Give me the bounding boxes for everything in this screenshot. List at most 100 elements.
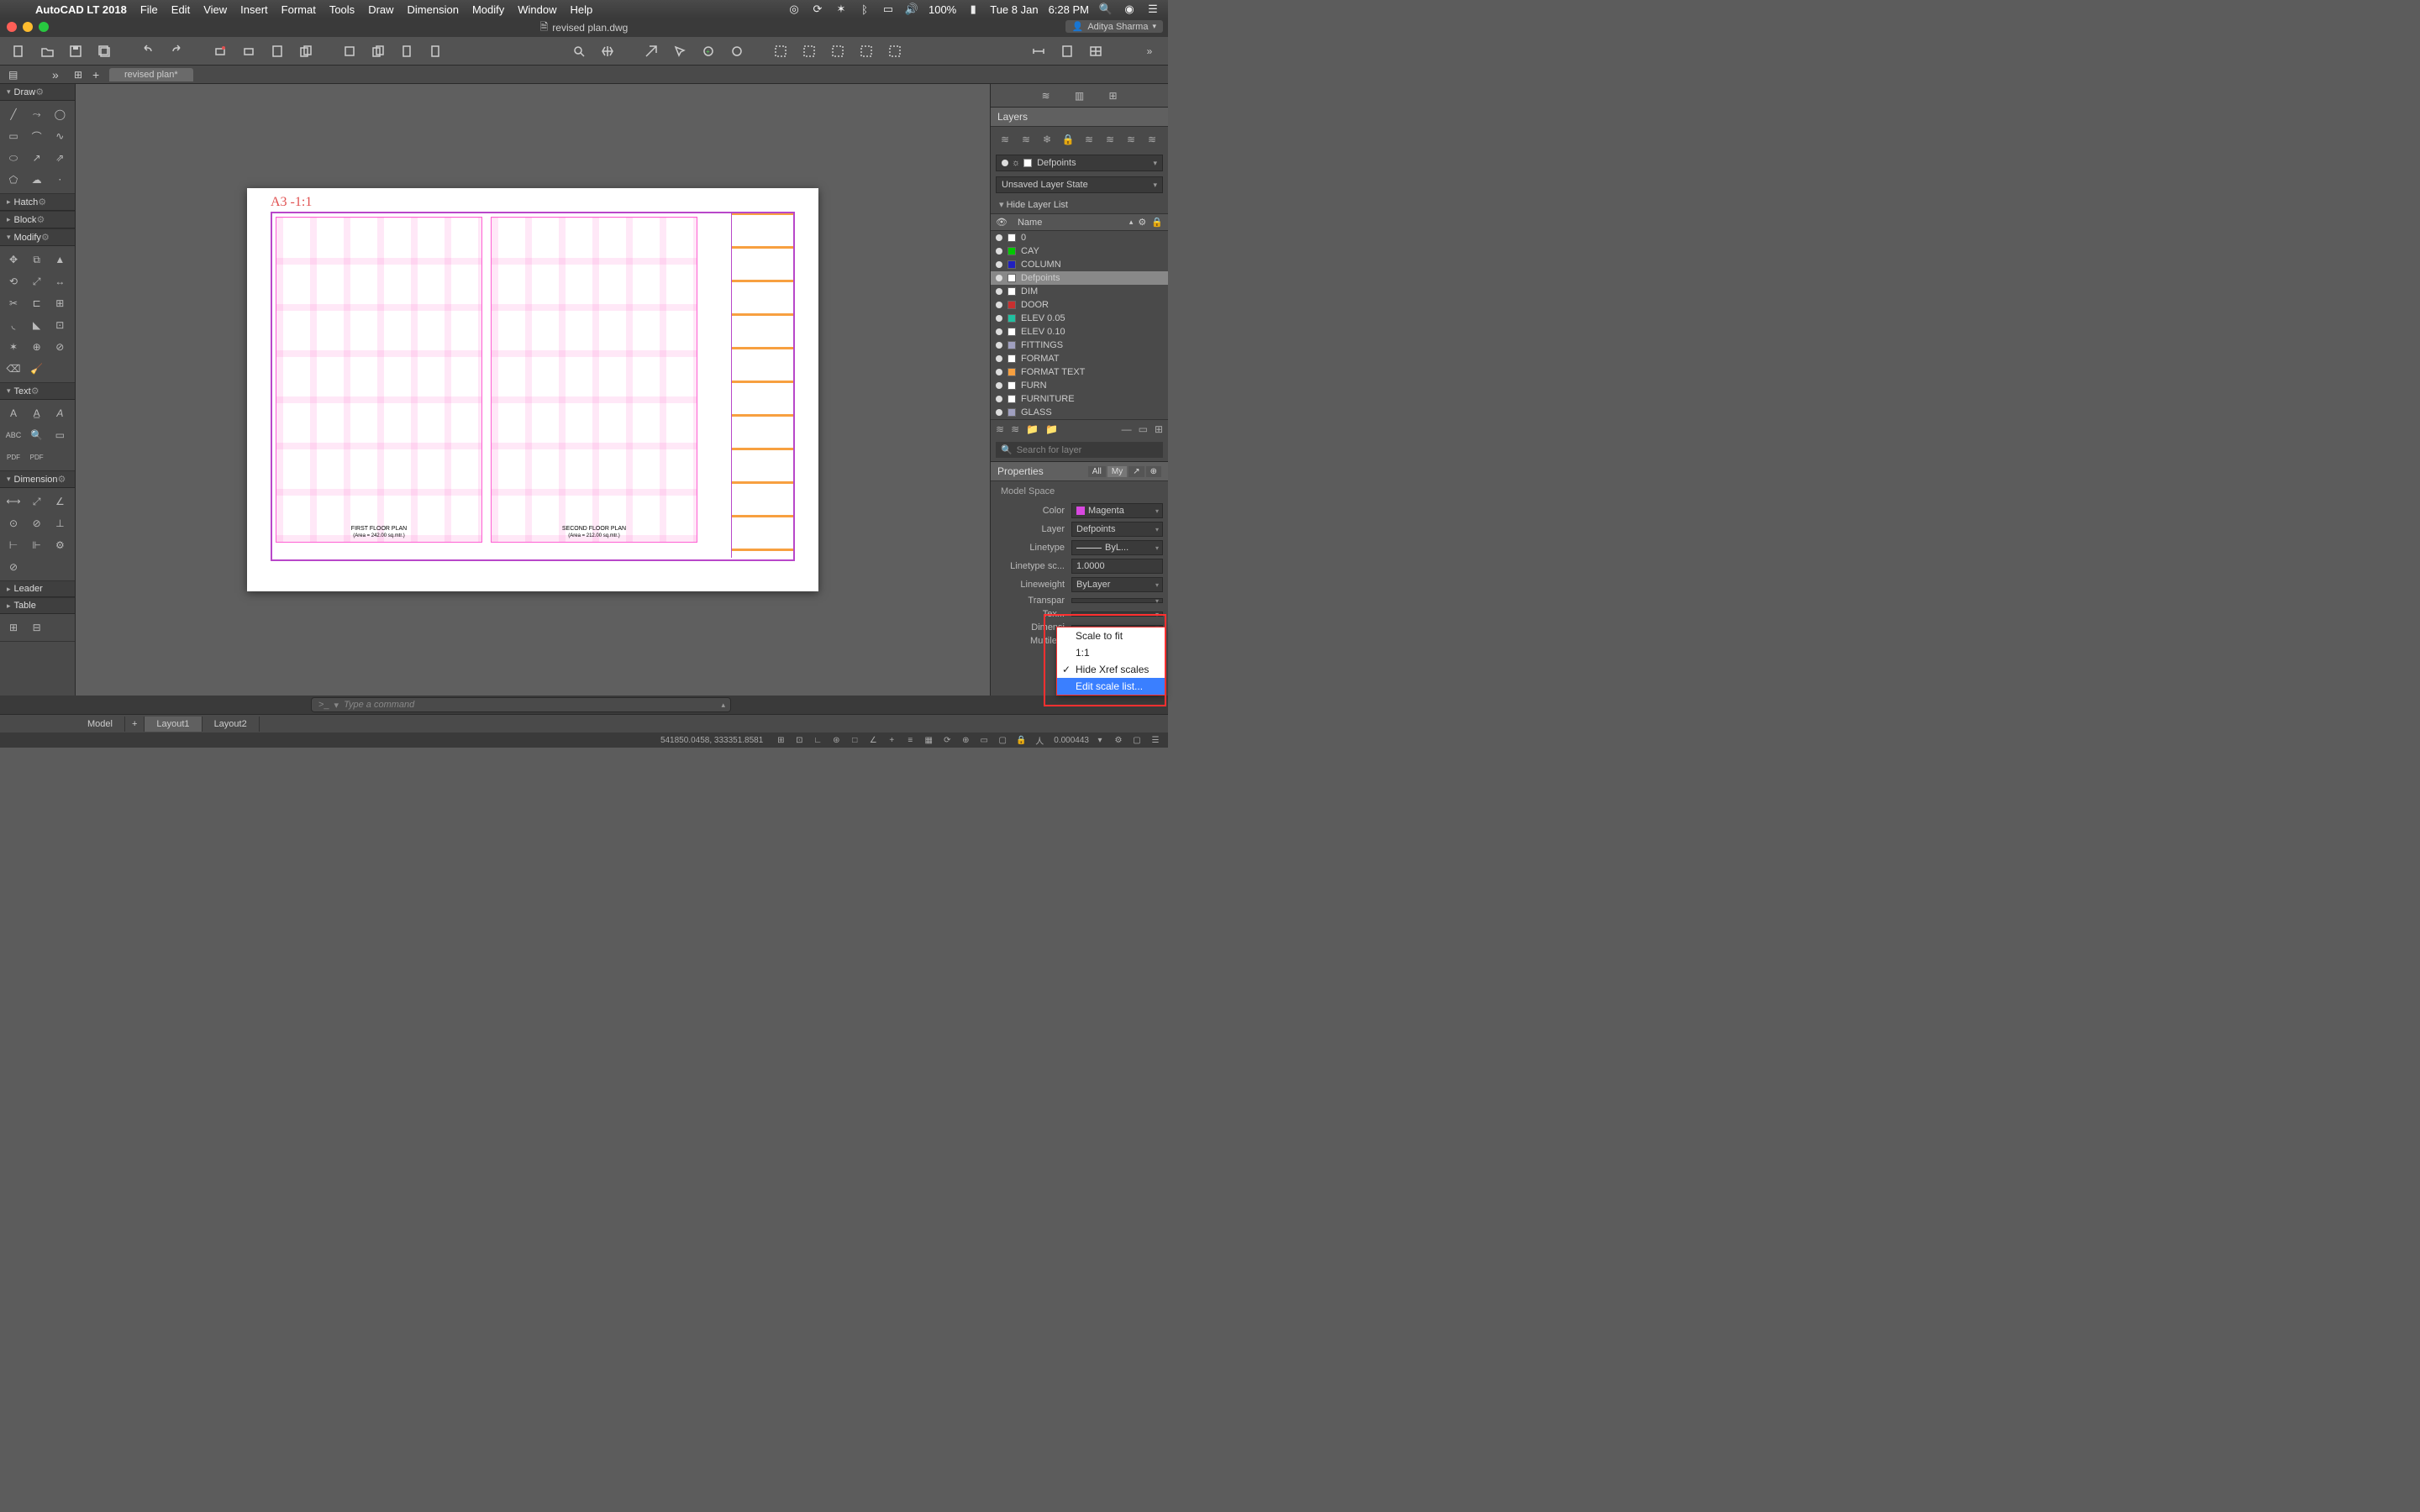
join-tool[interactable]: ⊕ xyxy=(27,337,47,357)
props-tab-my[interactable]: My xyxy=(1107,466,1127,477)
layer-lock-icon[interactable]: 🔒 xyxy=(1060,132,1076,147)
spell-tool[interactable]: ABC xyxy=(3,425,24,445)
table-style-tool[interactable]: ⊟ xyxy=(27,617,47,638)
spline-tool[interactable]: ∿ xyxy=(50,126,70,146)
section-modify[interactable]: Modify⚙ xyxy=(0,229,75,246)
window2-button[interactable] xyxy=(797,39,821,63)
visibility-column-icon[interactable]: 👁 xyxy=(996,217,1007,228)
viewport-max-icon[interactable]: ▢ xyxy=(995,734,1010,746)
layer-color-swatch[interactable] xyxy=(1007,368,1016,376)
section-block[interactable]: Block⚙ xyxy=(0,212,75,228)
user-menubar-icon[interactable]: ◎ xyxy=(787,3,801,16)
prop-ltscale-value[interactable]: 1.0000 xyxy=(1071,559,1163,574)
minimize-window-icon[interactable] xyxy=(23,22,33,32)
layer-row[interactable]: DOOR xyxy=(991,298,1168,312)
props-export-icon[interactable]: ↗ xyxy=(1128,466,1144,477)
battery-icon[interactable]: ▮ xyxy=(966,3,980,16)
text-style-tool[interactable]: A xyxy=(50,403,70,423)
annotation-scale-icon[interactable]: 人 xyxy=(1032,734,1047,746)
rotate-tool[interactable]: ⟲ xyxy=(3,271,24,291)
layer-row[interactable]: FURNITURE xyxy=(991,392,1168,406)
otrack-icon[interactable]: ∠ xyxy=(865,734,881,746)
copy-tool[interactable]: ⧉ xyxy=(27,249,47,270)
layer-row[interactable]: ELEV 0.10 xyxy=(991,325,1168,339)
panel-tab-props-icon[interactable]: ▥ xyxy=(1071,87,1089,105)
options-icon[interactable]: ⊞ xyxy=(1155,423,1163,435)
polyline-tool[interactable]: ⤳ xyxy=(27,104,47,124)
layer-iso-icon[interactable]: ≋ xyxy=(1081,132,1097,147)
props-tab-all[interactable]: All xyxy=(1088,466,1106,477)
pdf-import-tool[interactable]: PDF xyxy=(27,447,47,467)
radius-dim-tool[interactable]: ⊙ xyxy=(3,513,24,533)
props-space-dropdown[interactable]: Model Space xyxy=(996,484,1163,499)
layer-color-swatch[interactable] xyxy=(1007,381,1016,390)
menu-window[interactable]: Window xyxy=(518,3,556,16)
layer-row[interactable]: GLASS xyxy=(991,406,1168,419)
customize-icon[interactable]: ☰ xyxy=(1148,734,1163,746)
gear-icon[interactable]: ⚙ xyxy=(58,474,66,485)
menu-tools[interactable]: Tools xyxy=(329,3,355,16)
add-tab-icon[interactable]: + xyxy=(92,68,99,81)
paste-button[interactable] xyxy=(395,39,418,63)
layer-row[interactable]: FORMAT xyxy=(991,352,1168,365)
layer-color-swatch[interactable] xyxy=(1007,247,1016,255)
menu-insert[interactable]: Insert xyxy=(240,3,268,16)
prop-linetype-value[interactable]: ByL... xyxy=(1071,540,1163,555)
rectangle-tool[interactable]: ▭ xyxy=(3,126,24,146)
layer-row[interactable]: COLUMN xyxy=(991,258,1168,271)
sync-icon[interactable]: ⟳ xyxy=(811,3,824,16)
current-layer-dropdown[interactable]: ☼ Defpoints xyxy=(996,155,1163,171)
menu-edit[interactable]: Edit xyxy=(171,3,190,16)
gear-icon[interactable]: ⚙ xyxy=(41,232,50,243)
tab-layout2[interactable]: Layout2 xyxy=(203,717,260,732)
tab-expand-icon[interactable]: » xyxy=(52,68,59,81)
layer-color-swatch[interactable] xyxy=(1007,328,1016,336)
layer-visibility-dot[interactable] xyxy=(996,328,1002,335)
continue-dim-tool[interactable]: ⊢ xyxy=(3,535,24,555)
layer-visibility-dot[interactable] xyxy=(996,275,1002,281)
fullscreen-window-icon[interactable] xyxy=(39,22,49,32)
volume-icon[interactable]: 🔊 xyxy=(905,3,918,16)
expand-icon[interactable]: ▭ xyxy=(1139,423,1148,435)
layer-freeze-icon[interactable]: ❄ xyxy=(1039,132,1055,147)
arc-tool[interactable]: ⌒ xyxy=(27,126,47,146)
polygon-tool[interactable]: ⬠ xyxy=(3,170,24,190)
menu-modify[interactable]: Modify xyxy=(472,3,504,16)
layer-color-swatch[interactable] xyxy=(1007,341,1016,349)
scale-readout[interactable]: 0.000443 xyxy=(1054,736,1089,745)
select-button[interactable] xyxy=(668,39,692,63)
cycling-icon[interactable]: ⟳ xyxy=(939,734,955,746)
menu-help[interactable]: Help xyxy=(571,3,593,16)
sort-icon[interactable]: ▴ xyxy=(1129,218,1134,227)
batch-plot-button[interactable] xyxy=(294,39,318,63)
scale-fit-item[interactable]: Scale to fit xyxy=(1057,627,1165,644)
layer-uniso-icon[interactable]: ≋ xyxy=(1102,132,1118,147)
layer-folder-icon[interactable]: 📁 xyxy=(1026,423,1039,435)
stretch-tool[interactable]: ↔ xyxy=(50,271,70,291)
sheet-button[interactable] xyxy=(1055,39,1079,63)
layer-color-swatch[interactable] xyxy=(1007,314,1016,323)
xline-tool[interactable]: ⇗ xyxy=(50,148,70,168)
section-hatch[interactable]: Hatch⚙ xyxy=(0,194,75,211)
section-table[interactable]: Table xyxy=(0,598,75,614)
user-badge[interactable]: 👤 Aditya Sharma ▾ xyxy=(1065,20,1163,33)
layer-list-header[interactable]: 👁 Name ▴ ⚙ 🔒 xyxy=(991,213,1168,231)
notification-icon[interactable]: ☰ xyxy=(1146,3,1160,16)
grid-snap-icon[interactable]: ⊞ xyxy=(773,734,788,746)
ordinate-dim-tool[interactable]: ⊥ xyxy=(50,513,70,533)
layer-visibility-dot[interactable] xyxy=(996,369,1002,375)
move-tool[interactable]: ✥ xyxy=(3,249,24,270)
cloud-icon[interactable]: ✶ xyxy=(834,3,848,16)
save-all-button[interactable] xyxy=(92,39,116,63)
layer-row[interactable]: DIM xyxy=(991,285,1168,298)
annotation-mon-icon[interactable]: ⊕ xyxy=(958,734,973,746)
layer-color-swatch[interactable] xyxy=(1007,274,1016,282)
layer-search[interactable]: 🔍 Search for layer xyxy=(996,442,1163,458)
group-button[interactable]: + xyxy=(697,39,720,63)
dim-tool-button[interactable] xyxy=(1027,39,1050,63)
props-select-icon[interactable]: ⊕ xyxy=(1146,466,1161,477)
layer-visibility-dot[interactable] xyxy=(996,261,1002,268)
layer-color-swatch[interactable] xyxy=(1007,301,1016,309)
page-setup-button[interactable] xyxy=(266,39,289,63)
dim-break-tool[interactable]: ⊘ xyxy=(3,557,24,577)
